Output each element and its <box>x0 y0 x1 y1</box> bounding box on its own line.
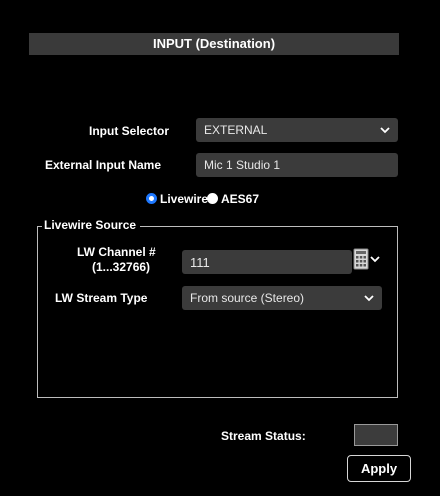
keypad-icon <box>352 248 382 275</box>
lw-channel-value: 111 <box>190 254 210 270</box>
stream-status-label: Stream Status: <box>221 429 306 443</box>
stream-status-indicator <box>354 424 398 446</box>
external-input-name-field[interactable]: Mic 1 Studio 1 <box>196 153 398 177</box>
livewire-radio-label[interactable]: Livewire <box>160 192 208 206</box>
panel-title: INPUT (Destination) <box>29 33 399 55</box>
chevron-down-icon <box>362 291 376 305</box>
lw-stream-type-label: LW Stream Type <box>55 291 148 305</box>
apply-button[interactable]: Apply <box>347 455 411 482</box>
lw-stream-type-value: From source (Stereo) <box>190 291 305 305</box>
lw-channel-field[interactable]: 111 <box>182 250 352 274</box>
input-selector-label: Input Selector <box>89 124 170 138</box>
keypad-button[interactable] <box>352 248 382 275</box>
lw-channel-range-label: (1...32766) <box>92 260 151 274</box>
lw-stream-type-select[interactable]: From source (Stereo) <box>182 286 382 310</box>
lw-channel-label: LW Channel # <box>77 245 156 259</box>
aes67-radio[interactable] <box>207 193 218 204</box>
external-input-name-label: External Input Name <box>45 158 162 172</box>
aes67-radio-label[interactable]: AES67 <box>221 192 259 206</box>
external-input-name-value: Mic 1 Studio 1 <box>204 158 281 172</box>
input-selector-value: EXTERNAL <box>204 123 268 137</box>
livewire-radio[interactable] <box>146 193 157 204</box>
chevron-down-icon <box>378 123 392 137</box>
input-selector-select[interactable]: EXTERNAL <box>196 118 398 142</box>
livewire-source-legend: Livewire Source <box>42 218 141 232</box>
